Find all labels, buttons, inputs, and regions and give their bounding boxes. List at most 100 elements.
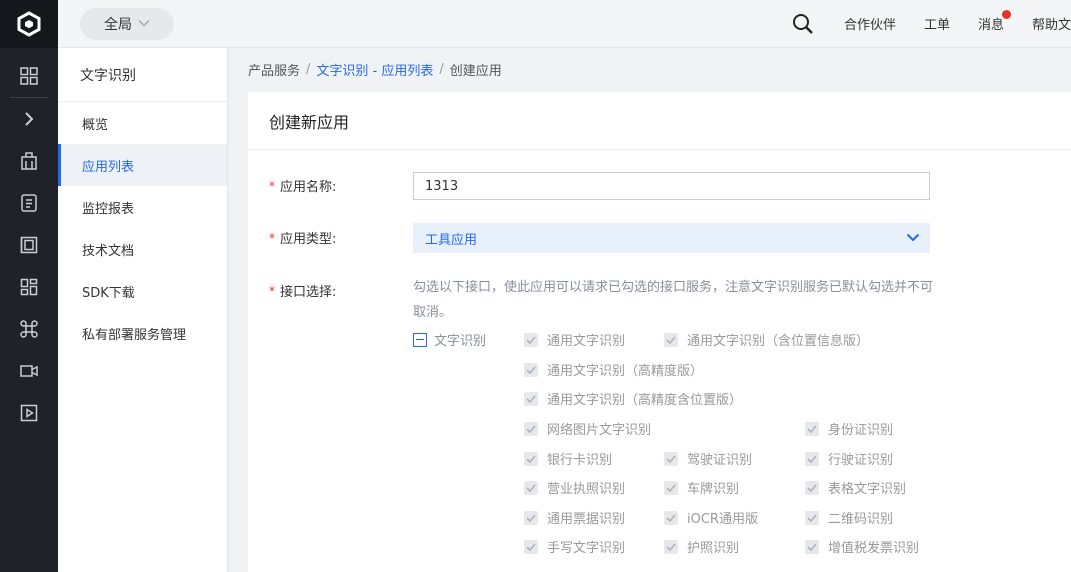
api-option[interactable]: 身份证识别 <box>805 419 893 438</box>
check-icon <box>805 480 819 495</box>
api-option-label: 表格文字识别 <box>828 482 907 497</box>
expand-chevron-icon[interactable] <box>0 98 58 140</box>
check-icon <box>664 451 678 466</box>
api-option-label: 二维码识别 <box>828 512 894 527</box>
notification-dot <box>1001 10 1011 19</box>
ocr-group-toggle[interactable]: 文字识别 <box>413 330 486 349</box>
api-option-label: 网络图片文字识别 <box>547 423 652 438</box>
check-icon <box>664 480 678 495</box>
messages-link[interactable]: 消息 <box>978 10 1011 33</box>
check-icon <box>805 421 819 436</box>
api-option-label: 车牌识别 <box>687 482 740 497</box>
logo[interactable] <box>0 0 58 48</box>
breadcrumb-separator: / <box>306 62 311 77</box>
api-option[interactable]: 通用文字识别（高精度版） <box>524 360 703 379</box>
api-select-label-text: 接口选择: <box>280 285 337 300</box>
command-icon[interactable] <box>0 308 58 350</box>
top-actions: 合作伙伴 工单 消息 帮助文 <box>792 10 1071 35</box>
breadcrumb-root[interactable]: 产品服务 <box>248 60 300 79</box>
required-mark: * <box>269 178 275 193</box>
sidebar-item-overview[interactable]: 概览 <box>58 102 227 144</box>
api-option[interactable]: 二维码识别 <box>805 508 893 527</box>
api-option-label: 通用票据识别 <box>547 512 626 527</box>
api-select-label: * 接口选择: <box>269 281 337 301</box>
api-option-label: 银行卡识别 <box>547 453 613 468</box>
chevron-down-icon <box>906 231 920 246</box>
api-option-label: 通用文字识别（高精度版） <box>547 364 704 379</box>
check-icon <box>524 332 538 347</box>
api-option[interactable]: 车牌识别 <box>664 478 739 497</box>
play-icon[interactable] <box>0 392 58 434</box>
cabinet-icon[interactable] <box>0 224 58 266</box>
required-mark: * <box>269 230 275 245</box>
api-option[interactable]: 银行卡识别 <box>524 449 612 468</box>
check-icon <box>524 391 538 406</box>
search-icon[interactable] <box>792 13 814 35</box>
app-name-label-text: 应用名称: <box>280 180 337 195</box>
page-title: 创建新应用 <box>248 92 1071 150</box>
tickets-link[interactable]: 工单 <box>924 14 950 33</box>
api-hint: 勾选以下接口，使此应用可以请求已勾选的接口服务，注意文字识别服务已默认勾选并不可… <box>413 280 934 320</box>
app-type-label: * 应用类型: <box>269 228 337 248</box>
api-option[interactable]: 通用票据识别 <box>524 508 625 527</box>
app-type-value: 工具应用 <box>425 232 478 248</box>
logo-icon <box>17 11 41 37</box>
api-option[interactable]: 驾驶证识别 <box>664 449 752 468</box>
api-option[interactable]: iOCR通用版 <box>664 508 758 527</box>
check-icon <box>664 332 678 347</box>
api-option-label: 驾驶证识别 <box>687 453 753 468</box>
sidebar-item-sdk[interactable]: SDK下载 <box>58 270 227 312</box>
scope-label: 全局 <box>104 16 132 33</box>
breadcrumb-current: 创建应用 <box>449 64 502 79</box>
video-icon[interactable] <box>0 350 58 392</box>
layout-icon[interactable] <box>0 266 58 308</box>
check-icon <box>524 421 538 436</box>
api-option-label: 手写文字识别 <box>547 541 626 556</box>
chevron-down-icon <box>138 17 150 30</box>
api-option-label: 增值税发票识别 <box>828 541 920 556</box>
api-option-label: 通用文字识别（高精度含位置版） <box>547 393 743 408</box>
api-option-label: 护照识别 <box>687 541 740 556</box>
check-icon <box>524 451 538 466</box>
product-sidebar: 文字识别 概览 应用列表 监控报表 技术文档 SDK下载 私有部署服务管理 <box>58 48 228 572</box>
api-option-label: 通用文字识别（含位置信息版） <box>687 334 870 349</box>
api-option[interactable]: 通用文字识别 <box>524 330 625 349</box>
sidebar-item-app-list[interactable]: 应用列表 <box>58 144 227 186</box>
app-name-input[interactable]: 1313 <box>413 172 930 200</box>
check-icon <box>524 510 538 525</box>
breadcrumb: 产品服务 / 文字识别 - 应用列表 / 创建应用 <box>248 60 502 79</box>
api-option[interactable]: 增值税发票识别 <box>805 537 919 556</box>
check-icon <box>664 539 678 554</box>
partners-link[interactable]: 合作伙伴 <box>844 14 896 33</box>
grid-icon[interactable] <box>0 55 58 97</box>
api-option-label: 身份证识别 <box>828 423 894 438</box>
api-option[interactable]: 通用文字识别（高精度含位置版） <box>524 389 742 408</box>
api-option-label: 营业执照识别 <box>547 482 626 497</box>
breadcrumb-link[interactable]: 文字识别 - 应用列表 <box>316 60 433 79</box>
api-option-label: iOCR通用版 <box>687 512 758 527</box>
api-option[interactable]: 网络图片文字识别 <box>524 419 651 438</box>
top-bar: 全局 合作伙伴 工单 消息 帮助文 <box>58 0 1071 48</box>
api-option[interactable]: 护照识别 <box>664 537 739 556</box>
api-option[interactable]: 表格文字识别 <box>805 478 906 497</box>
sidebar-item-docs[interactable]: 技术文档 <box>58 228 227 270</box>
api-option[interactable]: 手写文字识别 <box>524 537 625 556</box>
help-link[interactable]: 帮助文 <box>1032 14 1071 33</box>
building-icon[interactable] <box>0 140 58 182</box>
api-option[interactable]: 通用文字识别（含位置信息版） <box>664 330 869 349</box>
check-icon <box>524 362 538 377</box>
check-icon <box>805 510 819 525</box>
check-icon <box>524 539 538 554</box>
document-icon[interactable] <box>0 182 58 224</box>
api-option[interactable]: 行驶证识别 <box>805 449 893 468</box>
app-type-label-text: 应用类型: <box>280 232 337 247</box>
api-option[interactable]: 营业执照识别 <box>524 478 625 497</box>
sidebar-item-monitoring[interactable]: 监控报表 <box>58 186 227 228</box>
sidebar-item-private-deploy[interactable]: 私有部署服务管理 <box>58 312 227 354</box>
scope-selector[interactable]: 全局 <box>80 7 174 40</box>
icon-rail <box>0 0 58 572</box>
create-app-panel: 创建新应用 * 应用名称: 1313 * 应用类型: 工具应用 * 接口选择: … <box>248 92 1071 572</box>
ocr-group-label: 文字识别 <box>434 334 487 349</box>
app-type-select[interactable]: 工具应用 <box>413 223 930 253</box>
check-icon <box>805 451 819 466</box>
